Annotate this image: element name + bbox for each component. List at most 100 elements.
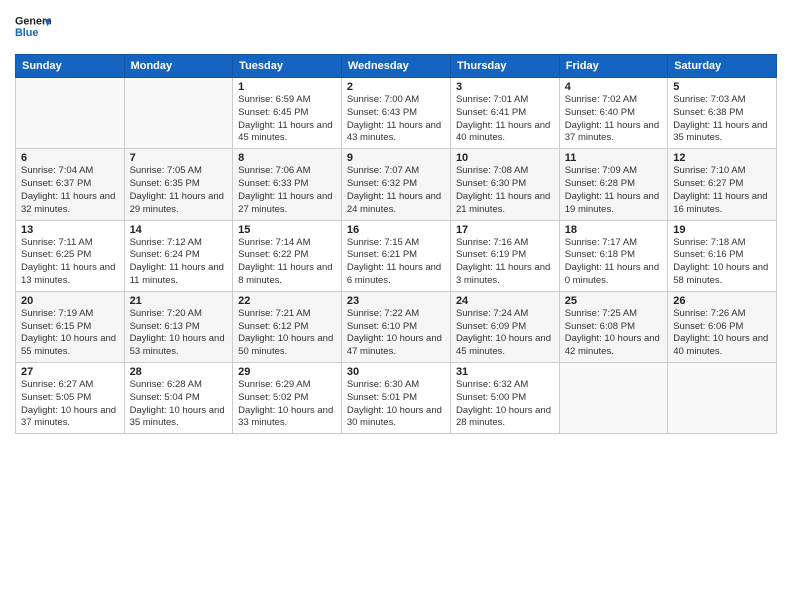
day-number: 10 xyxy=(456,152,554,164)
col-header-sunday: Sunday xyxy=(16,55,125,78)
day-detail: Sunrise: 6:29 AM Sunset: 5:02 PM Dayligh… xyxy=(238,379,336,430)
day-number: 6 xyxy=(21,152,119,164)
day-number: 1 xyxy=(238,81,336,93)
col-header-wednesday: Wednesday xyxy=(341,55,450,78)
day-number: 23 xyxy=(347,295,445,307)
day-number: 28 xyxy=(130,366,228,378)
day-detail: Sunrise: 7:15 AM Sunset: 6:21 PM Dayligh… xyxy=(347,237,445,288)
day-cell: 27Sunrise: 6:27 AM Sunset: 5:05 PM Dayli… xyxy=(16,363,125,434)
week-row-3: 13Sunrise: 7:11 AM Sunset: 6:25 PM Dayli… xyxy=(16,220,777,291)
day-detail: Sunrise: 6:59 AM Sunset: 6:45 PM Dayligh… xyxy=(238,94,336,145)
day-number: 11 xyxy=(565,152,662,164)
week-row-5: 27Sunrise: 6:27 AM Sunset: 5:05 PM Dayli… xyxy=(16,363,777,434)
day-cell: 1Sunrise: 6:59 AM Sunset: 6:45 PM Daylig… xyxy=(233,78,342,149)
day-detail: Sunrise: 6:30 AM Sunset: 5:01 PM Dayligh… xyxy=(347,379,445,430)
day-number: 29 xyxy=(238,366,336,378)
day-detail: Sunrise: 7:12 AM Sunset: 6:24 PM Dayligh… xyxy=(130,237,228,288)
day-number: 17 xyxy=(456,224,554,236)
day-cell: 31Sunrise: 6:32 AM Sunset: 5:00 PM Dayli… xyxy=(450,363,559,434)
week-row-2: 6Sunrise: 7:04 AM Sunset: 6:37 PM Daylig… xyxy=(16,149,777,220)
day-cell: 18Sunrise: 7:17 AM Sunset: 6:18 PM Dayli… xyxy=(559,220,667,291)
day-detail: Sunrise: 6:27 AM Sunset: 5:05 PM Dayligh… xyxy=(21,379,119,430)
day-number: 8 xyxy=(238,152,336,164)
day-number: 30 xyxy=(347,366,445,378)
day-detail: Sunrise: 7:04 AM Sunset: 6:37 PM Dayligh… xyxy=(21,165,119,216)
day-detail: Sunrise: 7:09 AM Sunset: 6:28 PM Dayligh… xyxy=(565,165,662,216)
logo-icon: General Blue xyxy=(15,10,51,46)
day-detail: Sunrise: 7:05 AM Sunset: 6:35 PM Dayligh… xyxy=(130,165,228,216)
day-cell: 10Sunrise: 7:08 AM Sunset: 6:30 PM Dayli… xyxy=(450,149,559,220)
day-cell: 22Sunrise: 7:21 AM Sunset: 6:12 PM Dayli… xyxy=(233,291,342,362)
day-number: 14 xyxy=(130,224,228,236)
day-number: 13 xyxy=(21,224,119,236)
day-detail: Sunrise: 7:03 AM Sunset: 6:38 PM Dayligh… xyxy=(673,94,771,145)
day-detail: Sunrise: 7:08 AM Sunset: 6:30 PM Dayligh… xyxy=(456,165,554,216)
day-cell xyxy=(16,78,125,149)
day-cell: 14Sunrise: 7:12 AM Sunset: 6:24 PM Dayli… xyxy=(124,220,233,291)
day-detail: Sunrise: 7:16 AM Sunset: 6:19 PM Dayligh… xyxy=(456,237,554,288)
day-cell: 5Sunrise: 7:03 AM Sunset: 6:38 PM Daylig… xyxy=(668,78,777,149)
day-number: 27 xyxy=(21,366,119,378)
day-detail: Sunrise: 7:01 AM Sunset: 6:41 PM Dayligh… xyxy=(456,94,554,145)
day-cell: 26Sunrise: 7:26 AM Sunset: 6:06 PM Dayli… xyxy=(668,291,777,362)
day-cell: 17Sunrise: 7:16 AM Sunset: 6:19 PM Dayli… xyxy=(450,220,559,291)
day-detail: Sunrise: 6:32 AM Sunset: 5:00 PM Dayligh… xyxy=(456,379,554,430)
day-detail: Sunrise: 7:18 AM Sunset: 6:16 PM Dayligh… xyxy=(673,237,771,288)
col-header-friday: Friday xyxy=(559,55,667,78)
day-detail: Sunrise: 7:00 AM Sunset: 6:43 PM Dayligh… xyxy=(347,94,445,145)
day-cell: 9Sunrise: 7:07 AM Sunset: 6:32 PM Daylig… xyxy=(341,149,450,220)
day-detail: Sunrise: 7:24 AM Sunset: 6:09 PM Dayligh… xyxy=(456,308,554,359)
day-number: 7 xyxy=(130,152,228,164)
week-row-4: 20Sunrise: 7:19 AM Sunset: 6:15 PM Dayli… xyxy=(16,291,777,362)
day-number: 31 xyxy=(456,366,554,378)
day-cell: 12Sunrise: 7:10 AM Sunset: 6:27 PM Dayli… xyxy=(668,149,777,220)
svg-text:General: General xyxy=(15,15,51,27)
day-number: 4 xyxy=(565,81,662,93)
col-header-saturday: Saturday xyxy=(668,55,777,78)
day-cell: 8Sunrise: 7:06 AM Sunset: 6:33 PM Daylig… xyxy=(233,149,342,220)
day-detail: Sunrise: 7:10 AM Sunset: 6:27 PM Dayligh… xyxy=(673,165,771,216)
day-cell: 25Sunrise: 7:25 AM Sunset: 6:08 PM Dayli… xyxy=(559,291,667,362)
day-cell: 6Sunrise: 7:04 AM Sunset: 6:37 PM Daylig… xyxy=(16,149,125,220)
day-cell: 7Sunrise: 7:05 AM Sunset: 6:35 PM Daylig… xyxy=(124,149,233,220)
day-detail: Sunrise: 7:14 AM Sunset: 6:22 PM Dayligh… xyxy=(238,237,336,288)
day-number: 9 xyxy=(347,152,445,164)
day-detail: Sunrise: 7:20 AM Sunset: 6:13 PM Dayligh… xyxy=(130,308,228,359)
day-number: 21 xyxy=(130,295,228,307)
calendar-table: SundayMondayTuesdayWednesdayThursdayFrid… xyxy=(15,54,777,434)
day-cell xyxy=(559,363,667,434)
svg-text:Blue: Blue xyxy=(15,27,38,39)
day-cell: 28Sunrise: 6:28 AM Sunset: 5:04 PM Dayli… xyxy=(124,363,233,434)
header-row: SundayMondayTuesdayWednesdayThursdayFrid… xyxy=(16,55,777,78)
day-number: 5 xyxy=(673,81,771,93)
day-number: 16 xyxy=(347,224,445,236)
day-number: 3 xyxy=(456,81,554,93)
day-number: 24 xyxy=(456,295,554,307)
day-cell: 3Sunrise: 7:01 AM Sunset: 6:41 PM Daylig… xyxy=(450,78,559,149)
day-detail: Sunrise: 7:07 AM Sunset: 6:32 PM Dayligh… xyxy=(347,165,445,216)
day-number: 26 xyxy=(673,295,771,307)
day-detail: Sunrise: 7:25 AM Sunset: 6:08 PM Dayligh… xyxy=(565,308,662,359)
day-detail: Sunrise: 7:11 AM Sunset: 6:25 PM Dayligh… xyxy=(21,237,119,288)
day-cell: 20Sunrise: 7:19 AM Sunset: 6:15 PM Dayli… xyxy=(16,291,125,362)
day-detail: Sunrise: 7:06 AM Sunset: 6:33 PM Dayligh… xyxy=(238,165,336,216)
day-number: 18 xyxy=(565,224,662,236)
day-cell: 23Sunrise: 7:22 AM Sunset: 6:10 PM Dayli… xyxy=(341,291,450,362)
day-detail: Sunrise: 7:17 AM Sunset: 6:18 PM Dayligh… xyxy=(565,237,662,288)
day-cell: 4Sunrise: 7:02 AM Sunset: 6:40 PM Daylig… xyxy=(559,78,667,149)
page: General Blue SundayMondayTuesdayWednesda… xyxy=(0,0,792,612)
day-cell xyxy=(124,78,233,149)
day-detail: Sunrise: 7:26 AM Sunset: 6:06 PM Dayligh… xyxy=(673,308,771,359)
col-header-thursday: Thursday xyxy=(450,55,559,78)
day-number: 25 xyxy=(565,295,662,307)
day-cell: 15Sunrise: 7:14 AM Sunset: 6:22 PM Dayli… xyxy=(233,220,342,291)
day-detail: Sunrise: 7:02 AM Sunset: 6:40 PM Dayligh… xyxy=(565,94,662,145)
header: General Blue xyxy=(15,10,777,46)
day-cell: 29Sunrise: 6:29 AM Sunset: 5:02 PM Dayli… xyxy=(233,363,342,434)
day-number: 22 xyxy=(238,295,336,307)
day-number: 12 xyxy=(673,152,771,164)
day-cell: 16Sunrise: 7:15 AM Sunset: 6:21 PM Dayli… xyxy=(341,220,450,291)
day-cell: 19Sunrise: 7:18 AM Sunset: 6:16 PM Dayli… xyxy=(668,220,777,291)
day-detail: Sunrise: 7:22 AM Sunset: 6:10 PM Dayligh… xyxy=(347,308,445,359)
day-number: 2 xyxy=(347,81,445,93)
